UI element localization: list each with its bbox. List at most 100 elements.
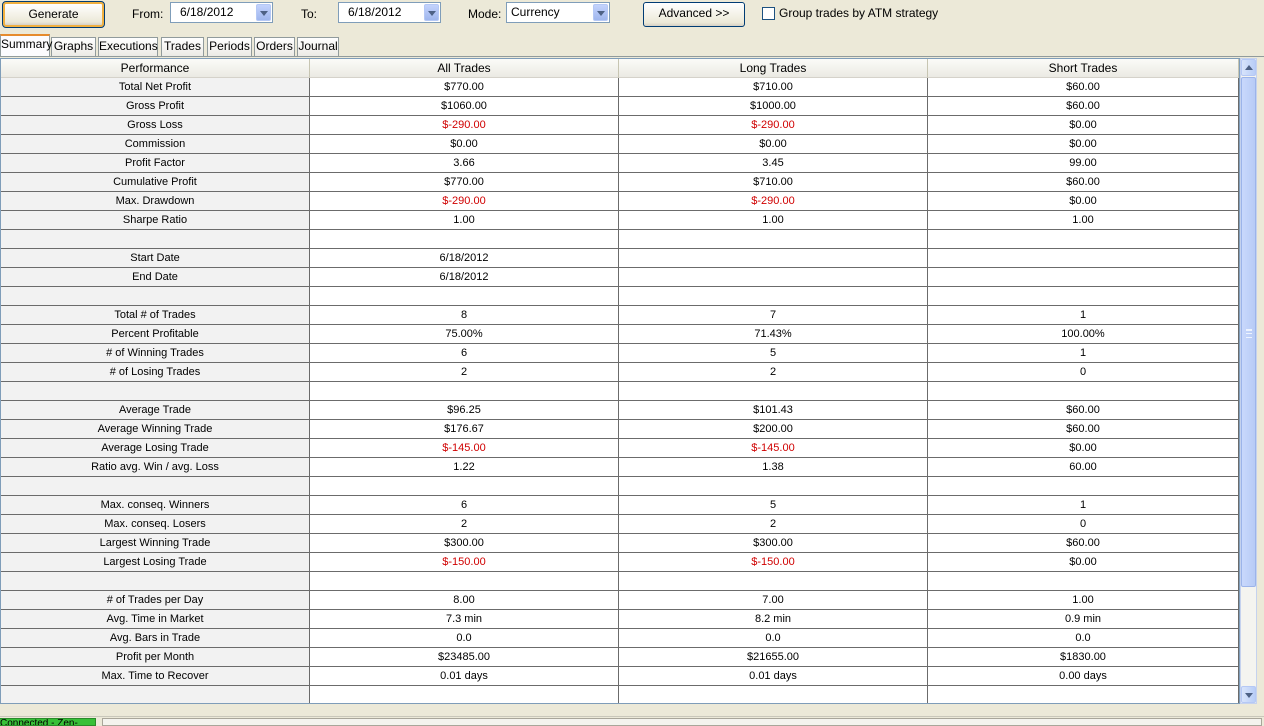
table-row[interactable]: Cumulative Profit $770.00 $710.00 $60.00 (1, 173, 1239, 192)
tab-executions[interactable]: Executions (98, 37, 158, 56)
row-label: Ratio avg. Win / avg. Loss (1, 458, 310, 477)
tab-graphs[interactable]: Graphs (51, 37, 96, 56)
short-trades-value: 0.9 min (928, 610, 1239, 629)
mode-select[interactable]: Currency (506, 2, 610, 23)
row-label (1, 686, 310, 703)
long-trades-value: $101.43 (619, 401, 928, 420)
table-row[interactable]: End Date 6/18/2012 (1, 268, 1239, 287)
status-panel (102, 718, 1262, 726)
long-trades-value: $21655.00 (619, 648, 928, 667)
long-trades-value: $710.00 (619, 78, 928, 97)
from-date-value: 6/18/2012 (180, 5, 234, 19)
column-header-performance[interactable]: Performance (1, 59, 310, 78)
all-trades-value (310, 686, 619, 703)
table-row[interactable]: Profit Factor 3.66 3.45 99.00 (1, 154, 1239, 173)
table-row[interactable]: Max. Time to Recover 0.01 days 0.01 days 0.… (1, 667, 1239, 686)
tab-summary[interactable]: Summary (0, 34, 52, 56)
long-trades-value (619, 249, 928, 268)
long-trades-value: $-145.00 (619, 439, 928, 458)
chevron-down-icon[interactable] (593, 4, 608, 21)
from-date-picker[interactable]: 6/18/2012 (170, 2, 273, 23)
short-trades-value: 1 (928, 306, 1239, 325)
chevron-down-icon[interactable] (424, 4, 439, 21)
scroll-thumb[interactable] (1241, 77, 1256, 587)
table-row[interactable]: Largest Losing Trade $-150.00 $-150.00 $0.0… (1, 553, 1239, 572)
row-label: Total # of Trades (1, 306, 310, 325)
advanced-button[interactable]: Advanced >> (643, 2, 745, 27)
table-row[interactable]: Average Losing Trade $-145.00 $-145.00 $0.0… (1, 439, 1239, 458)
all-trades-value: 2 (310, 515, 619, 534)
tab-trades[interactable]: Trades (161, 37, 204, 56)
table-row[interactable] (1, 287, 1239, 306)
row-label (1, 572, 310, 591)
all-trades-value: 75.00% (310, 325, 619, 344)
table-row[interactable]: Percent Profitable 75.00% 71.43% 100.00% (1, 325, 1239, 344)
table-row[interactable] (1, 572, 1239, 591)
long-trades-value (619, 686, 928, 703)
tab-journal[interactable]: Journal (297, 37, 339, 56)
short-trades-value: 60.00 (928, 458, 1239, 477)
scroll-down-icon[interactable] (1241, 686, 1256, 703)
table-row[interactable]: Profit per Month $23485.00 $21655.00 $1830.… (1, 648, 1239, 667)
short-trades-value: $0.00 (928, 135, 1239, 154)
to-date-picker[interactable]: 6/18/2012 (338, 2, 441, 23)
table-row[interactable]: Max. conseq. Winners 6 5 1 (1, 496, 1239, 515)
all-trades-value: $23485.00 (310, 648, 619, 667)
performance-grid[interactable]: Performance All Trades Long Trades Short… (0, 58, 1240, 704)
short-trades-value: $60.00 (928, 420, 1239, 439)
table-row[interactable] (1, 382, 1239, 401)
short-trades-value: 1.00 (928, 591, 1239, 610)
short-trades-value: $60.00 (928, 401, 1239, 420)
table-row[interactable]: Average Winning Trade $176.67 $200.00 $60.0… (1, 420, 1239, 439)
short-trades-value: $0.00 (928, 192, 1239, 211)
group-atm-label[interactable]: Group trades by ATM strategy (779, 6, 938, 20)
table-row[interactable] (1, 477, 1239, 496)
table-row[interactable]: Gross Loss $-290.00 $-290.00 $0.00 (1, 116, 1239, 135)
long-trades-value: $1000.00 (619, 97, 928, 116)
table-row[interactable]: Largest Winning Trade $300.00 $300.00 $60.0… (1, 534, 1239, 553)
table-row[interactable]: Max. Drawdown $-290.00 $-290.00 $0.00 (1, 192, 1239, 211)
tab-orders[interactable]: Orders (254, 37, 295, 56)
short-trades-value: 0.0 (928, 629, 1239, 648)
table-row[interactable]: Average Trade $96.25 $101.43 $60.00 (1, 401, 1239, 420)
column-header-short-trades[interactable]: Short Trades (928, 59, 1239, 78)
from-label: From: (132, 7, 164, 21)
table-row[interactable]: Avg. Time in Market 7.3 min 8.2 min 0.9 min (1, 610, 1239, 629)
group-atm-checkbox[interactable] (762, 7, 775, 20)
table-row[interactable]: Start Date 6/18/2012 (1, 249, 1239, 268)
row-label: Start Date (1, 249, 310, 268)
table-row[interactable]: # of Winning Trades 6 5 1 (1, 344, 1239, 363)
scroll-up-icon[interactable] (1241, 59, 1256, 76)
tab-periods[interactable]: Periods (207, 37, 252, 56)
table-row[interactable]: Ratio avg. Win / avg. Loss 1.22 1.38 60.00 (1, 458, 1239, 477)
row-label: Max. conseq. Losers (1, 515, 310, 534)
table-row[interactable]: # of Losing Trades 2 2 0 (1, 363, 1239, 382)
table-row[interactable]: Max. conseq. Losers 2 2 0 (1, 515, 1239, 534)
short-trades-value (928, 382, 1239, 401)
short-trades-value: 0 (928, 363, 1239, 382)
short-trades-value: 99.00 (928, 154, 1239, 173)
row-label (1, 230, 310, 249)
generate-button[interactable]: Generate (2, 1, 105, 28)
column-header-all-trades[interactable]: All Trades (310, 59, 619, 78)
table-row[interactable]: Avg. Bars in Trade 0.0 0.0 0.0 (1, 629, 1239, 648)
long-trades-value: 0.01 days (619, 667, 928, 686)
table-row[interactable]: Gross Profit $1060.00 $1000.00 $60.00 (1, 97, 1239, 116)
row-label: Gross Profit (1, 97, 310, 116)
all-trades-value: 6/18/2012 (310, 249, 619, 268)
table-row[interactable]: Commission $0.00 $0.00 $0.00 (1, 135, 1239, 154)
all-trades-value: $-290.00 (310, 116, 619, 135)
table-row[interactable]: # of Trades per Day 8.00 7.00 1.00 (1, 591, 1239, 610)
table-row[interactable]: Total # of Trades 8 7 1 (1, 306, 1239, 325)
all-trades-value: $0.00 (310, 135, 619, 154)
short-trades-value: $0.00 (928, 116, 1239, 135)
toolbar: Generate From: 6/18/2012 To: 6/18/2012 M… (0, 0, 1264, 32)
table-row[interactable] (1, 230, 1239, 249)
table-row[interactable]: Total Net Profit $770.00 $710.00 $60.00 (1, 78, 1239, 97)
column-header-long-trades[interactable]: Long Trades (619, 59, 928, 78)
table-row[interactable] (1, 686, 1239, 703)
chevron-down-icon[interactable] (256, 4, 271, 21)
vertical-scrollbar[interactable] (1240, 58, 1257, 704)
long-trades-value (619, 382, 928, 401)
table-row[interactable]: Sharpe Ratio 1.00 1.00 1.00 (1, 211, 1239, 230)
